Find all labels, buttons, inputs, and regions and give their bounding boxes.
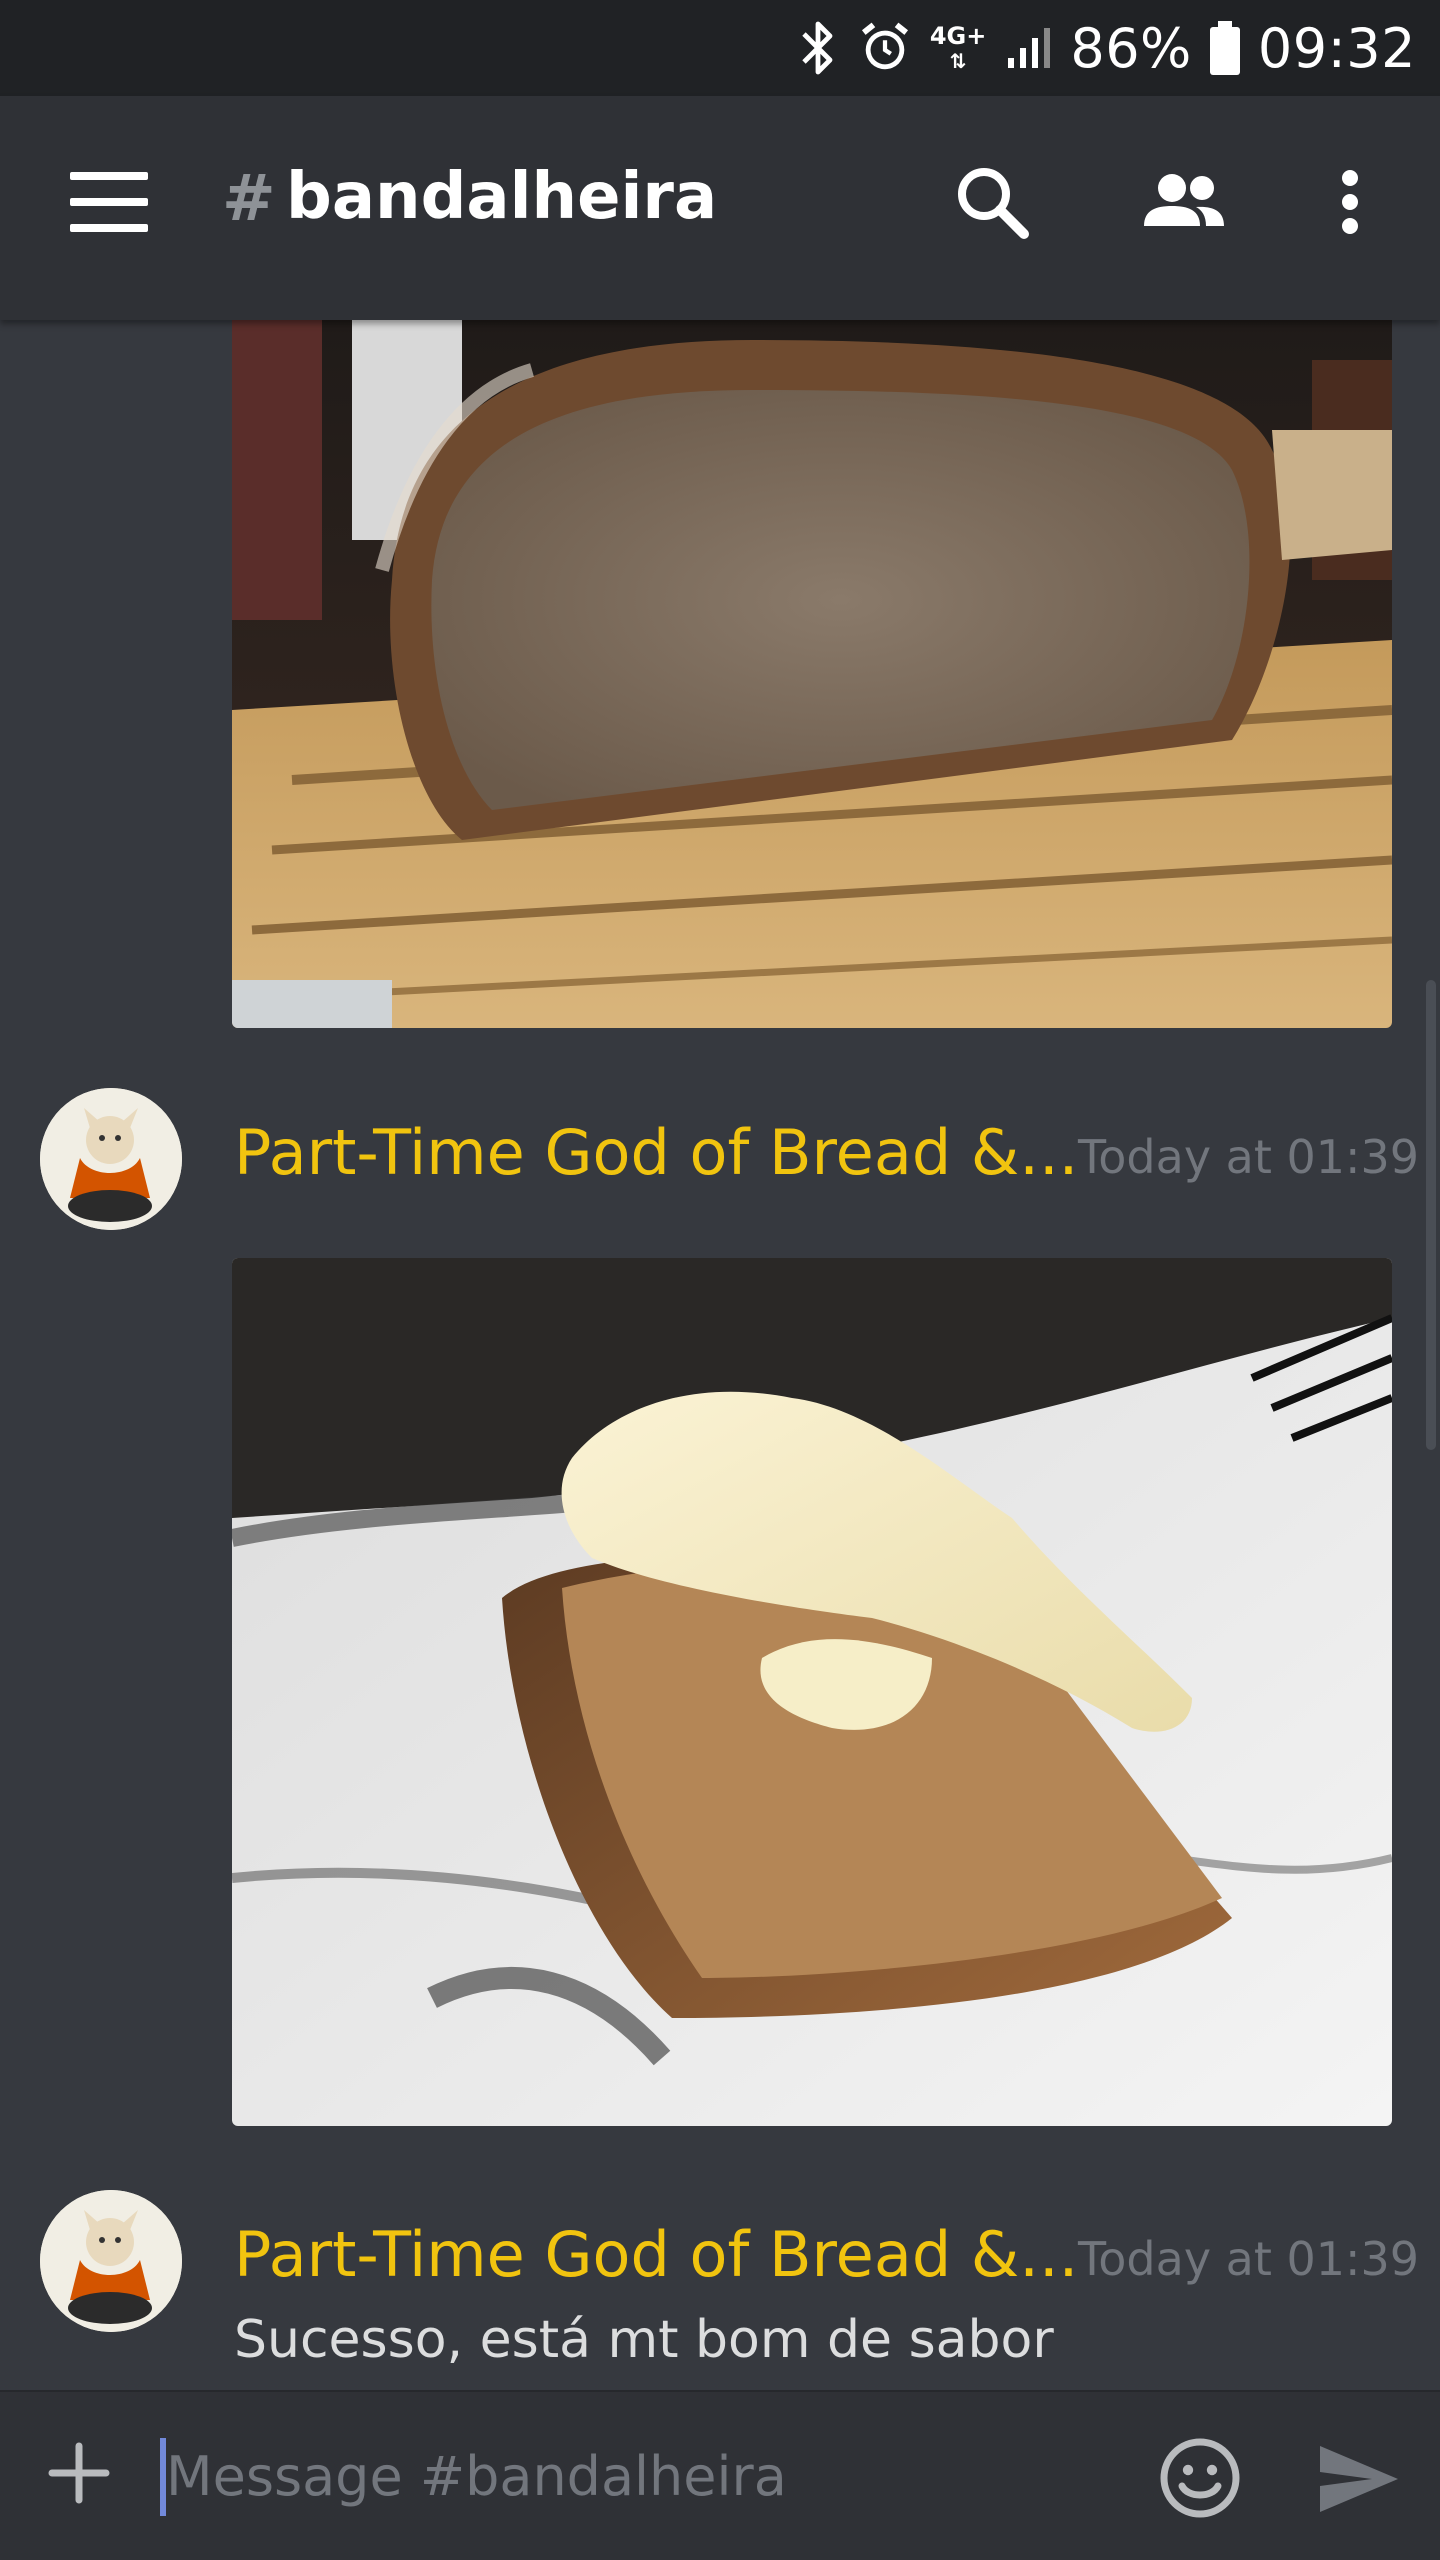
signal-icon — [1004, 24, 1052, 72]
plus-icon[interactable] — [46, 2440, 112, 2506]
members-icon[interactable] — [1136, 162, 1232, 242]
channel-title: bandalheira — [286, 160, 718, 234]
avatar[interactable] — [40, 2190, 182, 2332]
message-text: Sucesso, está mt bom de sabor — [234, 2310, 1054, 2370]
image-attachment[interactable] — [232, 320, 1392, 1028]
battery-level: 86% — [1070, 16, 1192, 80]
bluetooth-icon — [796, 20, 840, 76]
scrollbar[interactable] — [1426, 980, 1436, 1450]
message-input[interactable] — [166, 2426, 1126, 2526]
message-header: Part-Time God of Bread &... Today at 01:… — [0, 2182, 1440, 2370]
emoji-icon[interactable] — [1158, 2436, 1242, 2520]
channel-hash: # — [222, 162, 276, 236]
message-timestamp: Today at 01:39 — [1078, 1130, 1420, 1184]
alarm-icon — [858, 21, 912, 75]
message-timestamp: Today at 01:39 — [1078, 2232, 1420, 2286]
battery-icon — [1209, 21, 1240, 75]
app-bar: # bandalheira — [0, 96, 1440, 320]
message-feed[interactable]: Part-Time God of Bread &... Today at 01:… — [0, 320, 1440, 2390]
status-bar: 4G+ ⇅ 86% 09:32 — [0, 0, 1440, 96]
more-vert-icon[interactable] — [1330, 162, 1370, 242]
message-composer — [0, 2390, 1440, 2560]
author-name[interactable]: Part-Time God of Bread &... — [234, 1116, 1078, 1189]
menu-icon[interactable] — [70, 172, 150, 232]
send-icon[interactable] — [1316, 2442, 1402, 2516]
search-icon[interactable] — [952, 162, 1032, 242]
avatar[interactable] — [40, 1088, 182, 1230]
clock: 09:32 — [1257, 16, 1416, 80]
image-attachment[interactable] — [232, 1258, 1392, 2126]
message-header: Part-Time God of Bread &... Today at 01:… — [0, 1080, 1440, 1240]
author-name[interactable]: Part-Time God of Bread &... — [234, 2218, 1078, 2291]
network-type: 4G+ ⇅ — [929, 21, 987, 73]
